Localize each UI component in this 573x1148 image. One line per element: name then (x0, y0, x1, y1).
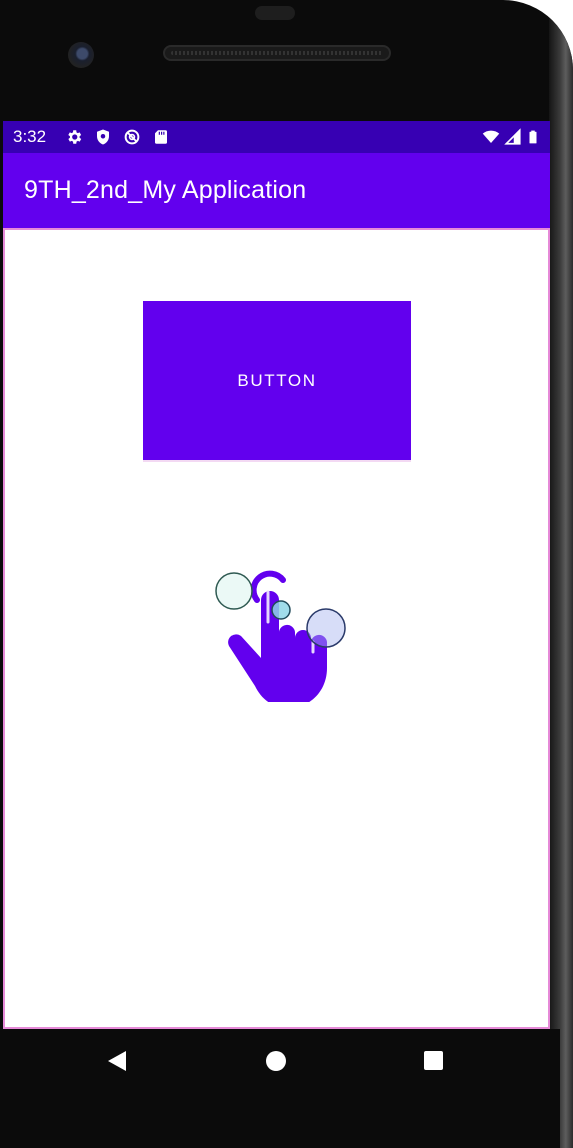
device-screen: 3:32 9TH_2nd_My Application BUTTON (3, 121, 550, 1029)
cell-signal-icon (504, 128, 521, 145)
status-icons-left (65, 128, 170, 146)
no-sync-icon (124, 129, 140, 145)
shield-icon (97, 129, 109, 145)
status-bar: 3:32 (3, 121, 550, 153)
back-icon[interactable] (106, 1050, 128, 1072)
front-camera (68, 42, 94, 68)
content-area: BUTTON (3, 228, 550, 1029)
main-button[interactable]: BUTTON (143, 301, 411, 462)
status-time: 3:32 (13, 127, 47, 146)
status-icons-right (482, 128, 540, 146)
gear-icon (68, 130, 82, 144)
app-bar: 9TH_2nd_My Application (3, 153, 550, 228)
phone-edge (549, 0, 573, 1148)
tap-gesture-icon (215, 570, 346, 702)
recents-icon[interactable] (424, 1051, 443, 1070)
earpiece-speaker (163, 45, 391, 61)
app-title: 9TH_2nd_My Application (24, 176, 307, 204)
wifi-icon (482, 130, 500, 143)
home-icon[interactable] (266, 1051, 286, 1071)
battery-icon (529, 130, 537, 144)
navigation-bar (0, 1029, 560, 1148)
top-sensor (255, 6, 295, 20)
phone-frame: 3:32 9TH_2nd_My Application BUTTON (0, 0, 573, 1148)
sd-card-icon (155, 130, 167, 144)
